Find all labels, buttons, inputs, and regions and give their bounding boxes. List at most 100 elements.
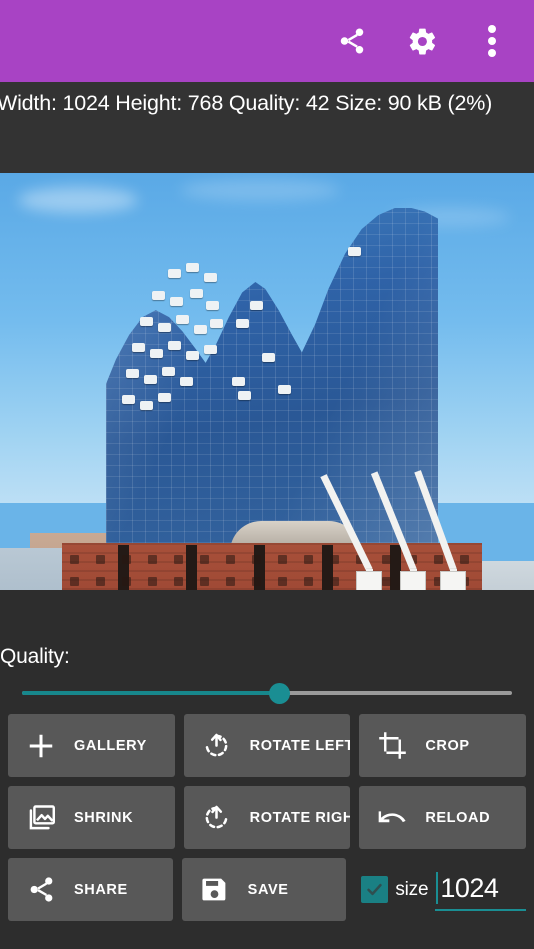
warehouse-window	[70, 555, 79, 564]
facade-balcony	[158, 393, 171, 402]
warehouse-window	[226, 577, 235, 586]
facade-balcony	[126, 369, 139, 378]
rotate-left-button-label: ROTATE LEFT	[249, 737, 351, 754]
facade-balcony	[204, 345, 217, 354]
size-input-value: 1024	[440, 873, 499, 903]
shrink-button-label: SHRINK	[74, 809, 134, 826]
facade-balcony	[140, 401, 153, 410]
warehouse-window	[200, 577, 209, 586]
facade-balcony	[168, 341, 181, 350]
facade-balcony	[348, 247, 361, 256]
shrink-button[interactable]: SHRINK	[8, 786, 175, 849]
facade-balcony	[186, 263, 199, 272]
crop-button-label: CROP	[425, 737, 470, 754]
size-input[interactable]: 1024	[435, 869, 527, 911]
warehouse-window	[252, 555, 261, 564]
gallery-button[interactable]: GALLERY	[8, 714, 175, 777]
action-button-grid: GALLERY ROTATE LEFT CROP SHRINK ROTATE R…	[8, 714, 527, 930]
overflow-menu-icon[interactable]	[470, 19, 514, 63]
button-row: SHARE SAVE size 1024	[8, 858, 527, 921]
slider-fill	[22, 691, 279, 695]
facade-balcony	[144, 375, 157, 384]
cloud	[180, 179, 340, 201]
text-caret	[436, 871, 439, 904]
button-row: GALLERY ROTATE LEFT CROP	[8, 714, 527, 777]
rotate-right-icon	[184, 803, 250, 832]
facade-balcony	[168, 269, 181, 278]
warehouse-window	[174, 555, 183, 564]
facade-balcony	[190, 289, 203, 298]
facade-balcony	[186, 351, 199, 360]
facade-balcony	[122, 395, 135, 404]
share-icon	[8, 875, 74, 904]
floppy-disk-icon	[182, 875, 248, 904]
image-info-text: Width: 1024 Height: 768 Quality: 42 Size…	[0, 91, 493, 115]
size-label: size	[395, 878, 429, 900]
facade-balcony	[162, 367, 175, 376]
app-bar	[0, 0, 534, 82]
facade-balcony	[210, 319, 223, 328]
rotate-left-button[interactable]: ROTATE LEFT	[183, 714, 351, 777]
facade-balcony	[132, 343, 145, 352]
warehouse-window	[174, 577, 183, 586]
warehouse-window	[148, 577, 157, 586]
warehouse-window	[278, 555, 287, 564]
size-control: size 1024	[355, 858, 527, 921]
warehouse-window	[278, 577, 287, 586]
rotate-right-button-label: ROTATE RIGHT	[249, 809, 351, 826]
facade-balcony	[140, 317, 153, 326]
facade-balcony	[170, 297, 183, 306]
slider-thumb[interactable]	[268, 683, 290, 704]
reload-button-label: RELOAD	[425, 809, 491, 826]
settings-icon[interactable]	[400, 19, 444, 63]
save-button-label: SAVE	[247, 881, 289, 898]
share-icon[interactable]	[330, 19, 374, 63]
save-button[interactable]: SAVE	[181, 858, 347, 921]
image-resizer-screen: Width: 1024 Height: 768 Quality: 42 Size…	[0, 0, 534, 949]
warehouse-window	[252, 577, 261, 586]
preview-photo	[0, 173, 534, 590]
facade-balcony	[152, 291, 165, 300]
warehouse-window	[304, 555, 313, 564]
facade-balcony	[204, 273, 217, 282]
reload-button[interactable]: RELOAD	[359, 786, 527, 849]
warehouse-window	[330, 577, 339, 586]
warehouse-window	[226, 555, 235, 564]
facade-balcony	[180, 377, 193, 386]
warehouse-window	[330, 555, 339, 564]
image-info-bar: Width: 1024 Height: 768 Quality: 42 Size…	[0, 82, 534, 173]
warehouse-window	[70, 577, 79, 586]
facade-balcony	[150, 349, 163, 358]
button-row: SHRINK ROTATE RIGHT	[8, 786, 527, 849]
plus-icon	[8, 731, 74, 761]
quality-slider[interactable]	[22, 682, 512, 704]
facade-balcony	[262, 353, 275, 362]
share-button-label: SHARE	[74, 881, 128, 898]
facade-balcony	[176, 315, 189, 324]
facade-balcony	[236, 319, 249, 328]
rotate-left-icon	[184, 731, 250, 760]
rotate-right-button[interactable]: ROTATE RIGHT	[183, 786, 351, 849]
crop-icon	[359, 731, 425, 760]
controls-panel: Quality: GALLERY ROTATE LEFT CROP SHRINK…	[0, 590, 534, 949]
facade-balcony	[232, 377, 245, 386]
app-bar-actions	[330, 19, 534, 63]
warehouse-window	[148, 555, 157, 564]
crop-button[interactable]: CROP	[359, 714, 527, 777]
undo-arrow-icon	[359, 802, 425, 834]
warehouse-window	[200, 555, 209, 564]
harbour-crane	[414, 470, 494, 590]
share-button[interactable]: SHARE	[8, 858, 173, 921]
cloud	[18, 187, 138, 213]
warehouse-window	[304, 577, 313, 586]
warehouse-window	[96, 555, 105, 564]
warehouse-window	[122, 577, 131, 586]
image-stack-icon	[8, 802, 74, 833]
image-preview[interactable]	[0, 173, 534, 590]
size-checkbox[interactable]	[361, 876, 389, 903]
quality-label: Quality:	[0, 645, 70, 668]
warehouse-window	[96, 577, 105, 586]
gallery-button-label: GALLERY	[74, 737, 147, 754]
facade-balcony	[206, 301, 219, 310]
facade-balcony	[238, 391, 251, 400]
